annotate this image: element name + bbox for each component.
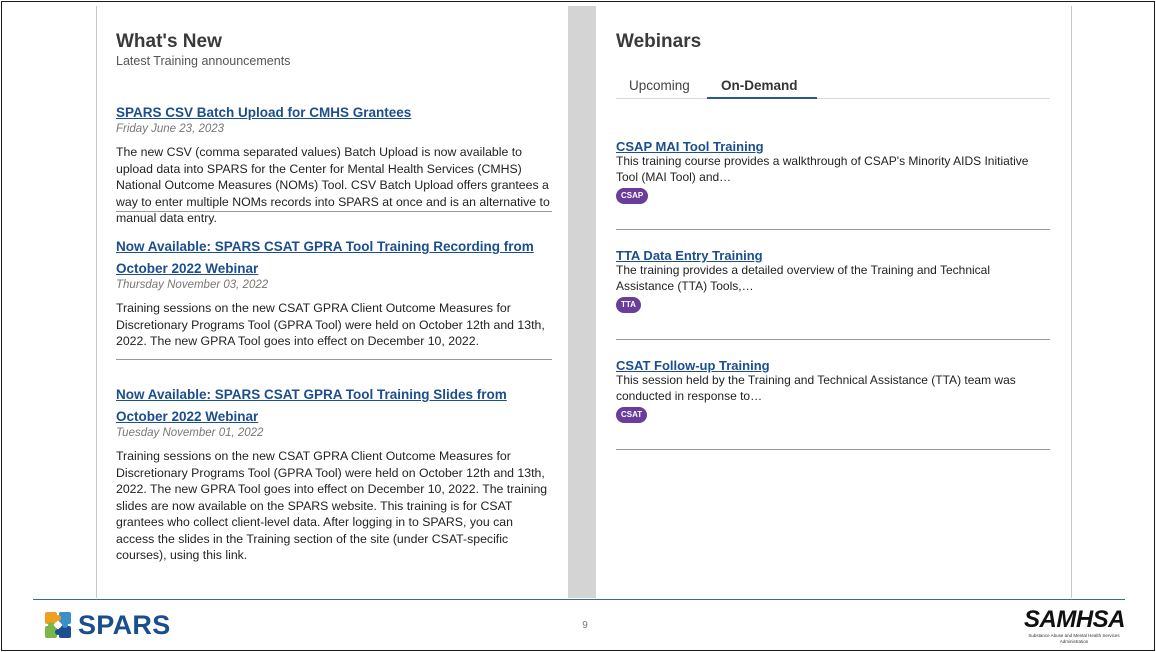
webinars-panel: Webinars Upcoming On-Demand CSAP MAI Too…: [596, 6, 1072, 598]
webinar-item: CSAP MAI Tool Training This training cou…: [616, 139, 1050, 230]
webinar-title-link[interactable]: CSAP MAI Tool Training: [616, 139, 1050, 154]
news-body: The new CSV (comma separated values) Bat…: [116, 145, 550, 225]
news-title-link[interactable]: Now Available: SPARS CSAT GPRA Tool Trai…: [116, 236, 552, 280]
tab-upcoming[interactable]: Upcoming: [629, 76, 690, 99]
webinar-description: This training course provides a walkthro…: [616, 154, 1029, 184]
tab-on-demand[interactable]: On-Demand: [707, 76, 817, 99]
panel-divider: [568, 6, 596, 598]
whats-new-title: What's New: [116, 31, 222, 52]
samhsa-logo-text: SAMHSA: [1024, 606, 1126, 633]
news-body: Training sessions on the new CSAT GPRA C…: [116, 301, 545, 348]
webinars-title: Webinars: [616, 31, 702, 52]
news-date: Tuesday November 01, 2022: [116, 427, 264, 439]
webinar-tabs: Upcoming On-Demand: [616, 76, 1050, 99]
webinar-description: The training provides a detailed overvie…: [616, 263, 991, 293]
webinar-tag-badge[interactable]: CSAT: [616, 407, 648, 423]
whats-new-panel: What's New Latest Training announcements…: [96, 6, 568, 598]
whats-new-subtitle: Latest Training announcements: [116, 54, 291, 68]
webinar-item: TTA Data Entry Training The training pro…: [616, 248, 1050, 340]
page-number: 9: [582, 620, 588, 631]
webinar-tag-badge[interactable]: CSAP: [616, 188, 649, 204]
news-date: Thursday November 03, 2022: [116, 279, 269, 291]
samhsa-logo-subtext: Substance Abuse and Mental Health Servic…: [1028, 633, 1120, 644]
webinar-title-link[interactable]: CSAT Follow-up Training: [616, 358, 1050, 373]
samhsa-logo: SAMHSA Substance Abuse and Mental Health…: [1024, 606, 1126, 644]
news-item: SPARS CSV Batch Upload for CMHS Grantees…: [116, 102, 552, 225]
whats-new-content: What's New Latest Training announcements…: [116, 31, 552, 564]
webinar-tag-badge[interactable]: TTA: [616, 297, 641, 313]
news-item: Now Available: SPARS CSAT GPRA Tool Trai…: [116, 384, 552, 564]
news-body: Training sessions on the new CSAT GPRA C…: [116, 449, 548, 562]
footer-rule: [33, 599, 1125, 600]
slide-frame: What's New Latest Training announcements…: [1, 1, 1155, 651]
webinar-description: This session held by the Training and Te…: [616, 373, 1016, 403]
webinar-title-link[interactable]: TTA Data Entry Training: [616, 248, 1050, 263]
webinars-content: Webinars Upcoming On-Demand CSAP MAI Too…: [616, 31, 1050, 450]
news-title-link[interactable]: Now Available: SPARS CSAT GPRA Tool Trai…: [116, 384, 552, 428]
spars-logo-text: SPARS: [78, 609, 171, 640]
webinar-item: CSAT Follow-up Training This session hel…: [616, 358, 1050, 450]
news-title-link[interactable]: SPARS CSV Batch Upload for CMHS Grantees: [116, 102, 552, 124]
spars-logo: SPARS: [44, 609, 171, 641]
spars-puzzle-icon: [45, 612, 71, 638]
news-date: Friday June 23, 2023: [116, 123, 225, 135]
news-item: Now Available: SPARS CSAT GPRA Tool Trai…: [116, 236, 552, 360]
